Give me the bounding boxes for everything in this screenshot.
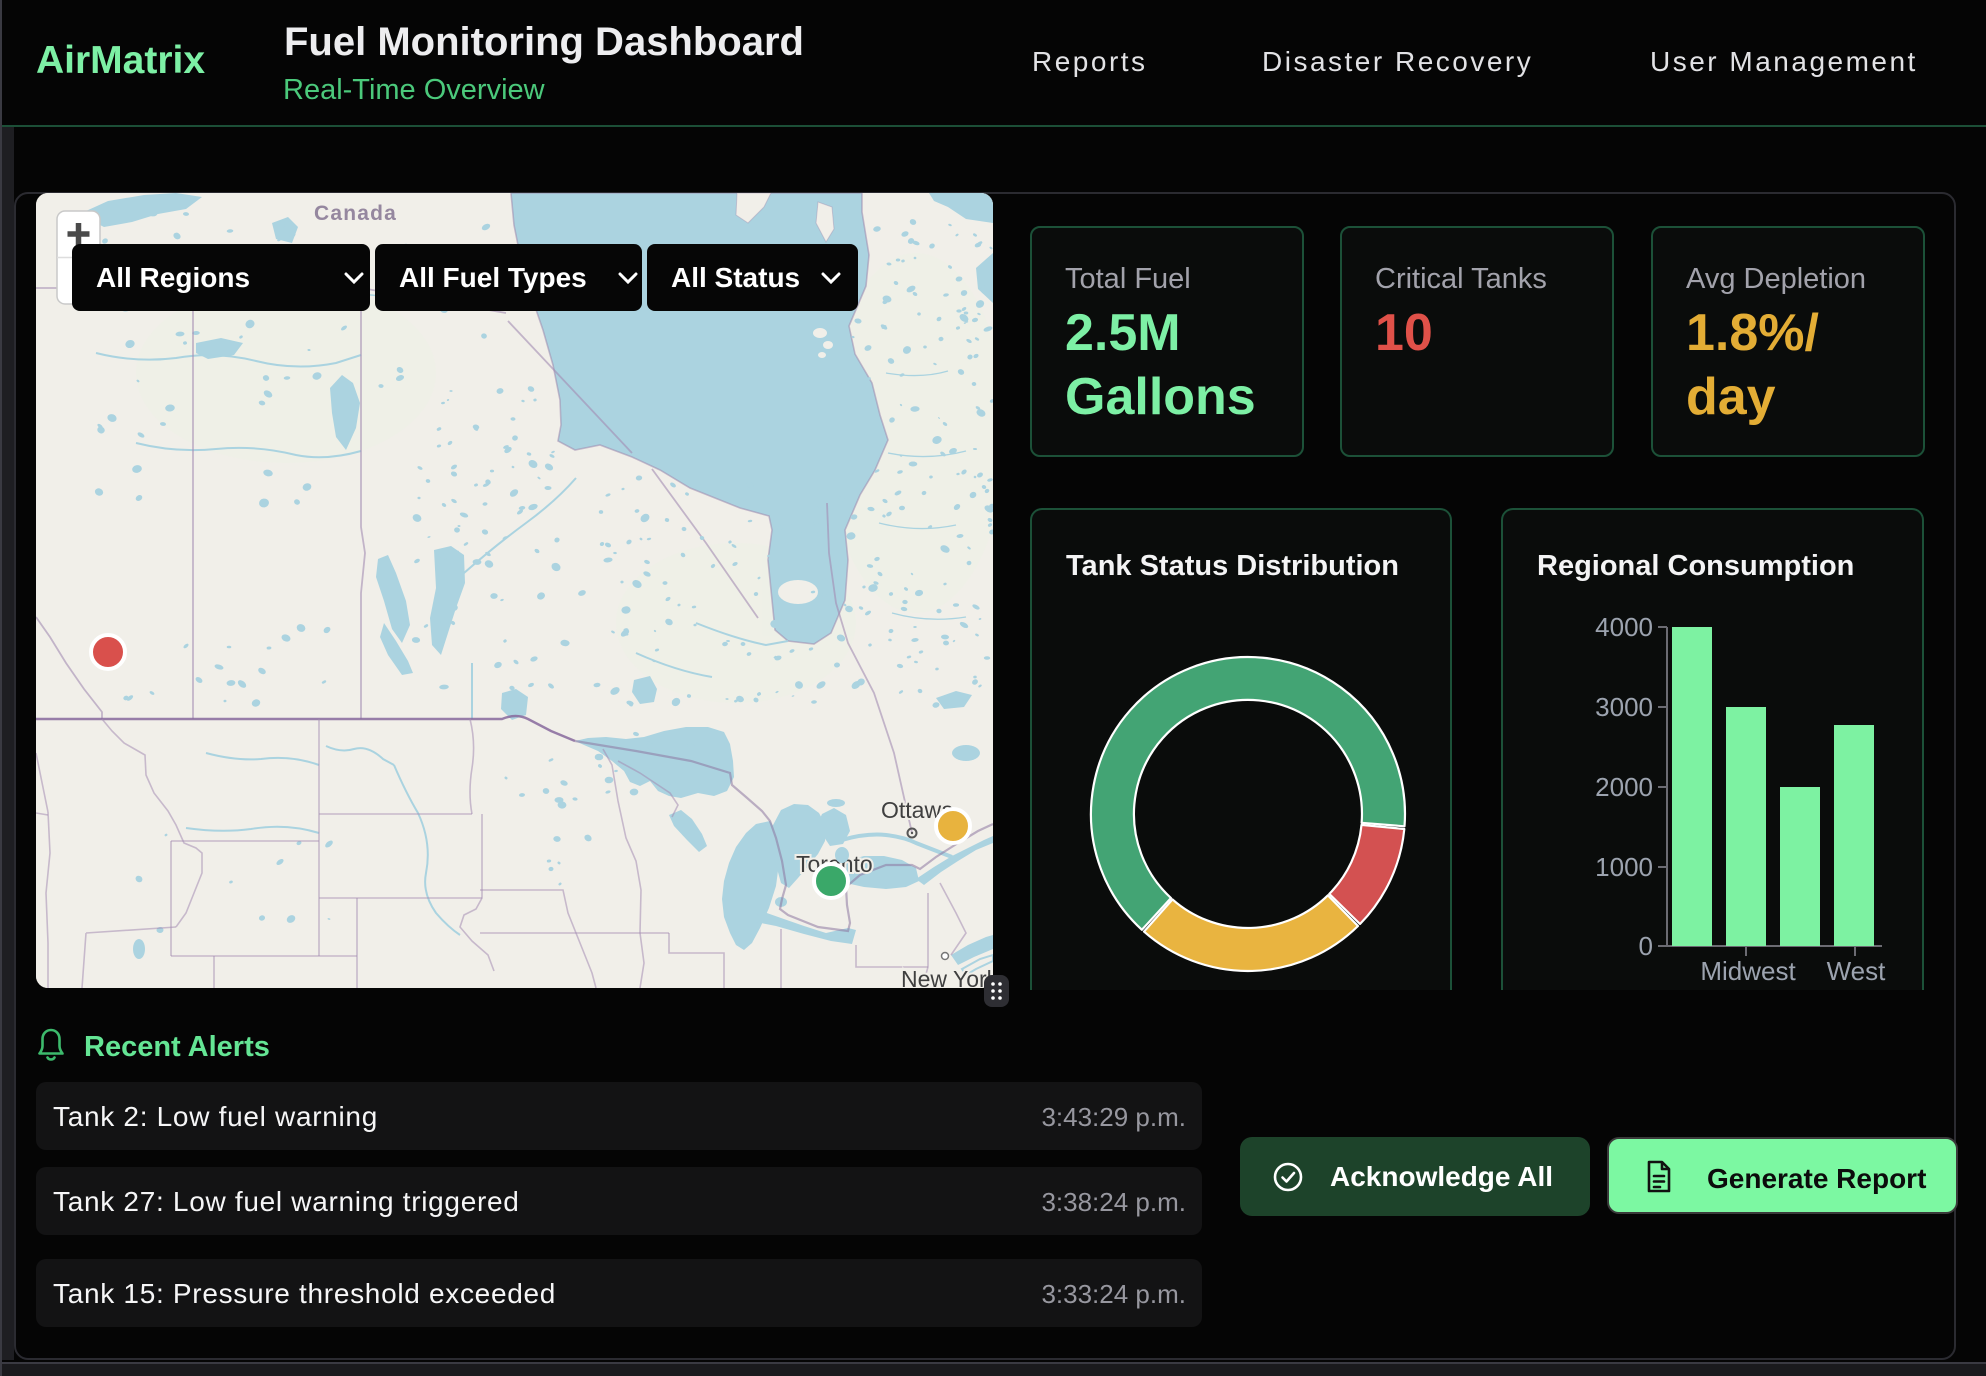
svg-text:1000: 1000 [1595, 852, 1653, 882]
svg-text:New York: New York [901, 966, 993, 988]
svg-text:Canada: Canada [314, 202, 397, 225]
svg-text:Midwest: Midwest [1700, 956, 1796, 986]
svg-text:0: 0 [1639, 931, 1653, 961]
svg-text:4000: 4000 [1595, 612, 1653, 642]
svg-text:2000: 2000 [1595, 772, 1653, 802]
svg-text:West: West [1827, 956, 1887, 986]
svg-text:3000: 3000 [1595, 692, 1653, 722]
